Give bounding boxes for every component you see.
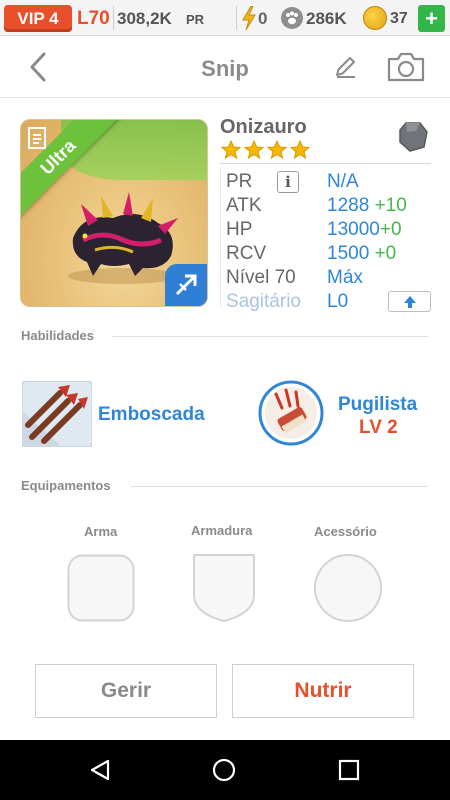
stat-rcv-row: 1500 +0: [327, 243, 396, 265]
manage-button[interactable]: Gerir: [35, 664, 217, 718]
equipment-header: Equipamentos: [21, 478, 111, 493]
stat-rcv-label: RCV: [226, 243, 267, 264]
player-level: L70: [77, 8, 110, 29]
feed-button[interactable]: Nutrir: [232, 664, 414, 718]
upgrade-button[interactable]: [388, 291, 431, 312]
resource-bar: VIP 4 L70 308,2K PR 0 286K 37 +: [0, 0, 450, 36]
stat-level-label: Nível 70: [226, 267, 296, 288]
divider: [112, 336, 428, 337]
stat-hp-value: 13000: [327, 219, 380, 240]
nav-recent-apps-icon[interactable]: [338, 759, 360, 781]
ambush-skill-icon[interactable]: [22, 381, 92, 447]
gold-value: 37: [390, 10, 408, 27]
equip-accessory-label: Acessório: [314, 524, 377, 539]
pencil-edit-icon[interactable]: [333, 54, 359, 80]
stat-class-label: Sagitário: [226, 291, 301, 312]
boxer-skill-icon[interactable]: [258, 380, 324, 446]
energy-value: 0: [258, 9, 268, 28]
weapon-slot[interactable]: [67, 554, 135, 622]
divider: [220, 163, 431, 164]
star-icon: [290, 140, 310, 160]
stat-class-value: L0: [327, 291, 349, 312]
nav-back-icon[interactable]: [88, 758, 112, 782]
divider: [220, 167, 221, 307]
stat-atk-value: 1288: [327, 195, 370, 216]
sagittarius-arrow-icon: [175, 274, 197, 296]
stone-gem-icon: [399, 122, 428, 152]
gold-coin-icon: [363, 6, 387, 30]
page-title[interactable]: Snip: [0, 56, 450, 82]
equip-armor-label: Armadura: [191, 523, 253, 538]
armor-slot[interactable]: [190, 551, 258, 623]
stat-atk-bonus: +10: [374, 195, 407, 216]
stat-hp-row: 13000+0: [327, 219, 402, 241]
star-icon: [221, 140, 241, 160]
skill-pugilista[interactable]: Pugilista: [338, 394, 417, 416]
stat-rcv-value: 1500: [327, 243, 370, 264]
accessory-slot[interactable]: [313, 553, 383, 623]
power-label: PR: [186, 12, 205, 27]
divider: [236, 6, 237, 30]
document-icon[interactable]: [27, 126, 49, 150]
creature-name: Onizauro: [220, 116, 307, 138]
divider: [131, 486, 428, 487]
info-icon[interactable]: i: [277, 171, 299, 193]
up-arrow-icon: [403, 295, 416, 308]
stat-hp-bonus: +0: [379, 219, 402, 240]
skill-pugilista-level: LV 2: [359, 417, 398, 438]
stat-atk-row: 1288 +10: [327, 195, 407, 217]
stat-pr-label: PR: [226, 171, 253, 192]
star-rating: [221, 140, 310, 160]
lightning-icon: [242, 6, 256, 30]
equip-weapon-label: Arma: [84, 524, 118, 539]
class-badge: [165, 264, 207, 306]
star-icon: [267, 140, 287, 160]
skills-header: Habilidades: [21, 328, 94, 343]
system-nav-bar: [0, 740, 450, 800]
star-icon: [244, 140, 264, 160]
creature-portrait[interactable]: Ultra: [20, 119, 208, 307]
stat-atk-label: ATK: [226, 195, 262, 216]
stat-hp-label: HP: [226, 219, 253, 240]
stat-rcv-bonus: +0: [374, 243, 397, 264]
food-value: 286K: [306, 9, 347, 28]
add-gold-button[interactable]: +: [418, 5, 445, 32]
skill-emboscada[interactable]: Emboscada: [98, 404, 205, 426]
divider: [113, 6, 114, 30]
stat-pr-value: N/A: [327, 171, 359, 192]
title-bar: Snip: [0, 36, 450, 98]
vip-badge[interactable]: VIP 4: [4, 5, 72, 32]
camera-icon[interactable]: [386, 51, 426, 83]
nav-home-icon[interactable]: [212, 758, 236, 782]
power-value: 308,2K: [117, 9, 172, 28]
paw-food-icon: [281, 7, 303, 29]
stat-level-value: Máx: [327, 267, 363, 288]
